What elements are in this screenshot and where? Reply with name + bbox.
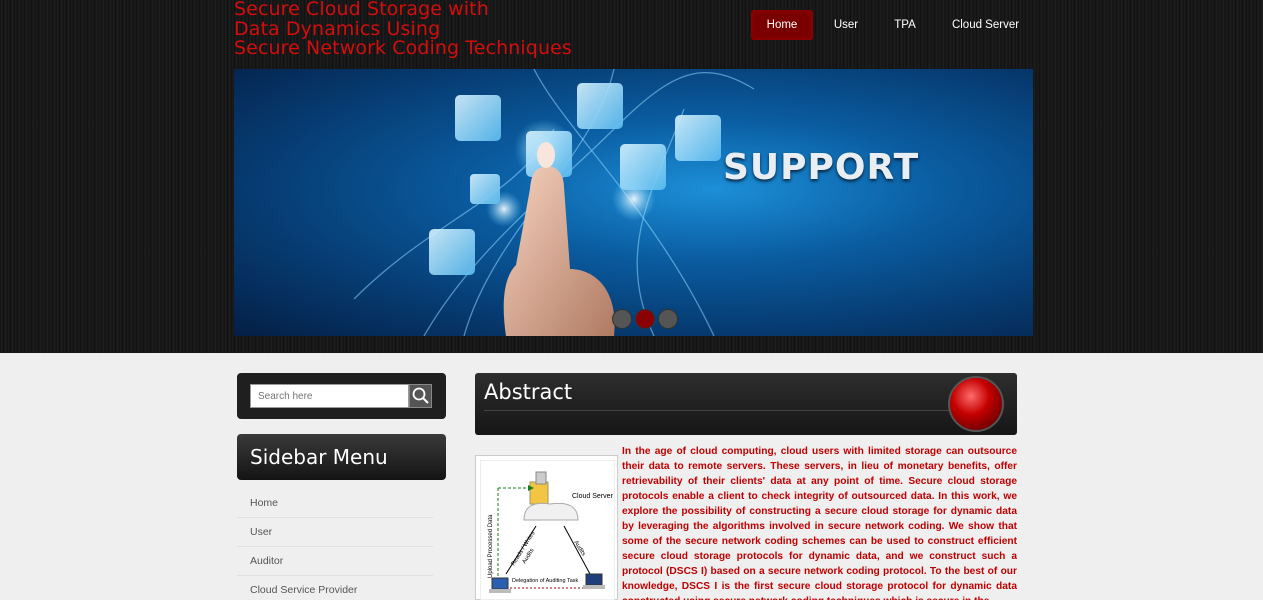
slider-dot-3[interactable] (658, 309, 678, 329)
red-orb-icon (948, 376, 1004, 432)
sidebar-item-home[interactable]: Home (237, 489, 433, 518)
hero-banner: SUPPORT (234, 69, 1033, 336)
search-panel (237, 373, 446, 419)
abstract-header: Abstract (475, 373, 1017, 435)
nav-tpa[interactable]: TPA (879, 10, 931, 40)
search-input[interactable] (250, 384, 409, 408)
slider-dots (612, 309, 681, 329)
upload-label: Upload Processed Data (488, 514, 494, 578)
nav-home[interactable]: Home (751, 10, 813, 40)
sidebar-item-user[interactable]: User (237, 518, 433, 547)
abstract-body: In the age of cloud computing, cloud use… (622, 446, 1017, 600)
nav-user[interactable]: User (815, 10, 877, 40)
nav-cloud-server[interactable]: Cloud Server (933, 10, 1038, 40)
laptop-icon-right (583, 573, 605, 589)
sidebar-item-auditor[interactable]: Auditor (237, 547, 433, 576)
sidebar-menu-title: Sidebar Menu (237, 434, 446, 480)
site-title: Secure Cloud Storage with Data Dynamics … (234, 0, 594, 59)
sidebar-menu: Home User Auditor Cloud Service Provider (237, 489, 433, 600)
search-button[interactable] (409, 384, 432, 408)
search-icon (412, 387, 429, 404)
cloud-server-label: Cloud Server (572, 493, 614, 500)
slider-dot-2[interactable] (635, 309, 655, 329)
banner-support-text: SUPPORT (723, 147, 920, 188)
slider-dot-1[interactable] (612, 309, 632, 329)
title-line-3: Secure Network Coding Techniques (234, 37, 572, 59)
header-divider (484, 410, 954, 411)
banner-illustration (353, 69, 755, 336)
sidebar-item-cloud-service-provider[interactable]: Cloud Service Provider (237, 576, 433, 600)
delegation-label: Delegation of Auditing Task (512, 578, 578, 584)
architecture-diagram: Cloud Server Upload Processed Data Reads… (479, 459, 616, 600)
laptop-icon-left (489, 577, 511, 593)
title-line-1: Secure Cloud Storage with (234, 0, 489, 20)
main-nav: Home User TPA Cloud Server (751, 10, 1040, 40)
system-diagram: Cloud Server Upload Processed Data Reads… (475, 455, 618, 600)
abstract-heading: Abstract (484, 380, 573, 404)
